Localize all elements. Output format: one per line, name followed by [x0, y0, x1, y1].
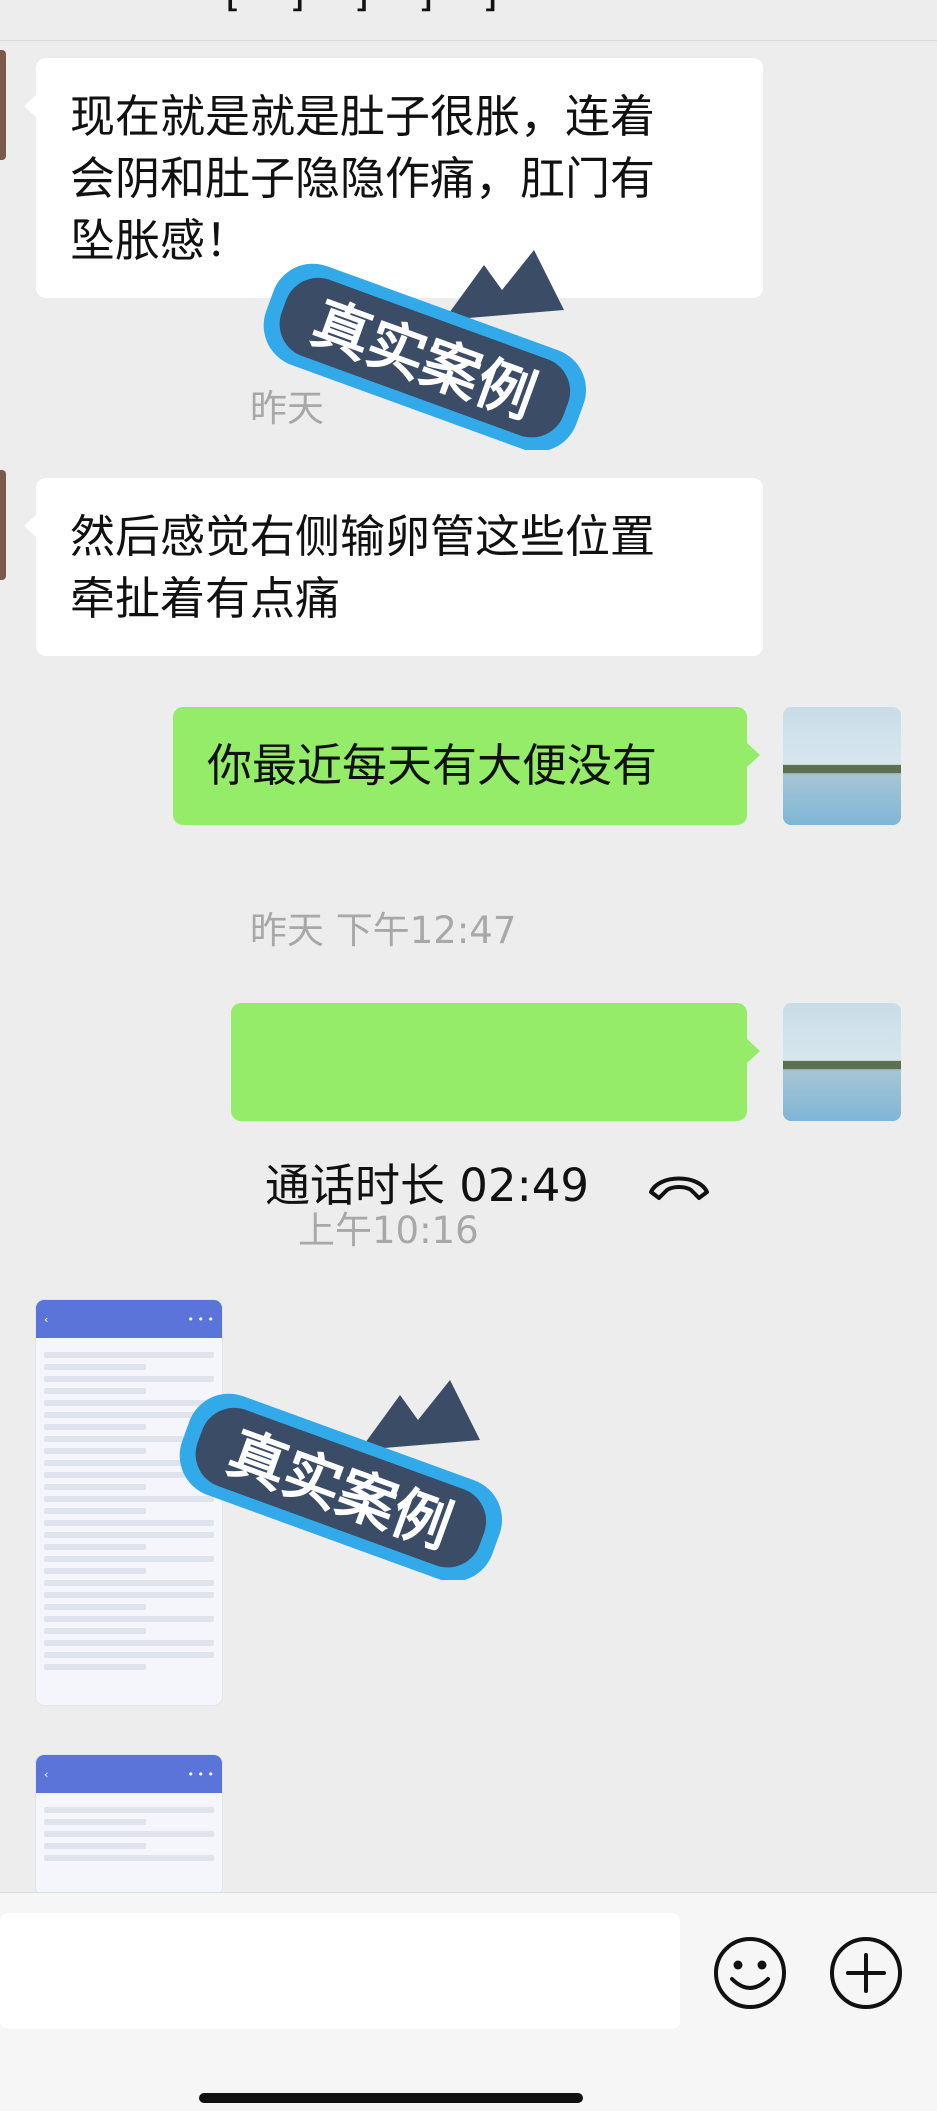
- emoji-icon[interactable]: [712, 1935, 788, 2011]
- watermark-stamp: 真实案例: [263, 250, 587, 450]
- contact-avatar[interactable]: [0, 470, 6, 580]
- home-indicator: [199, 2093, 583, 2103]
- thumbnail-header: ‹ • • •: [36, 1755, 222, 1793]
- chat-title-fragment: [ ] ] ] ]: [225, 0, 516, 16]
- thumbnail-content: [36, 1793, 222, 1875]
- message-input[interactable]: [0, 1913, 680, 2029]
- timestamp-yesterday: 昨天 下午12:47: [250, 909, 517, 952]
- call-record-bubble[interactable]: 通话时长 02:49: [231, 1003, 760, 1212]
- chat-header: [ ] ] ] ]: [0, 0, 937, 41]
- plus-icon[interactable]: [828, 1935, 904, 2011]
- my-avatar[interactable]: [783, 707, 901, 825]
- image-message-report-screenshot[interactable]: ‹ • • •: [36, 1755, 222, 1895]
- my-avatar[interactable]: [783, 1003, 901, 1121]
- message-bubble-sent[interactable]: 你最近每天有大便没有: [173, 707, 760, 825]
- phone-hangup-icon: [649, 1176, 709, 1200]
- input-toolbar: [0, 1892, 937, 2111]
- message-bubble-received[interactable]: 然后感觉右侧输卵管这些位置 牵扯着有点痛: [24, 478, 763, 656]
- thumbnail-header: ‹ • • •: [36, 1300, 222, 1338]
- contact-avatar[interactable]: [0, 50, 6, 160]
- timestamp-morning: 上午10:16: [298, 1209, 479, 1252]
- watermark-stamp: 真实案例: [179, 1380, 503, 1580]
